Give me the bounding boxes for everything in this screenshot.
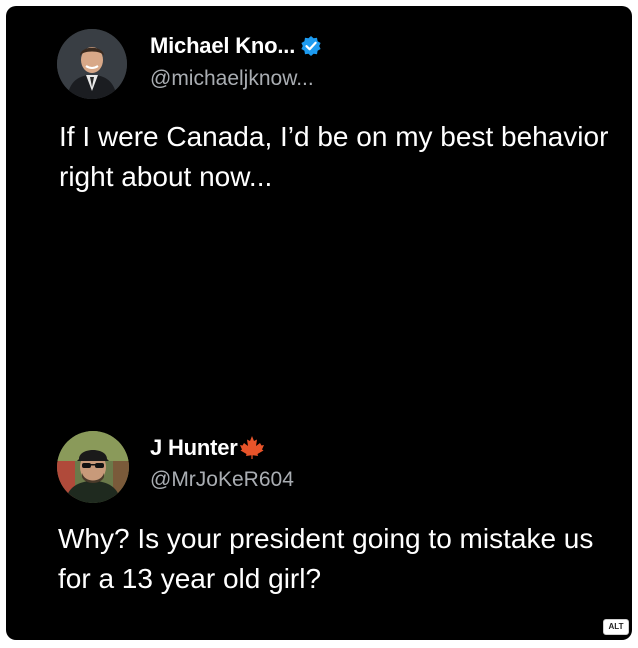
display-name[interactable]: Michael Kno... [150, 33, 295, 59]
avatar[interactable] [57, 431, 129, 503]
maple-leaf-icon [239, 435, 265, 459]
handle[interactable]: @michaeljknow... [150, 67, 314, 91]
post-text: If I were Canada, I’d be on my best beha… [59, 121, 609, 192]
handle[interactable]: @MrJoKeR604 [150, 468, 294, 492]
image-frame: Michael Kno... @michaeljknow... If I wer… [0, 0, 638, 648]
author-line: Michael Kno... [150, 33, 322, 59]
screenshot-image[interactable]: Michael Kno... @michaeljknow... If I wer… [6, 6, 632, 640]
avatar[interactable] [57, 29, 127, 99]
author-line: J Hunter [150, 435, 265, 461]
verified-badge-icon [300, 35, 322, 57]
alt-text-badge[interactable]: ALT [603, 619, 629, 635]
profile-photo-icon [57, 29, 127, 99]
display-name[interactable]: J Hunter [150, 435, 238, 461]
post-text: Why? Is your president going to mistake … [58, 523, 594, 594]
profile-photo-icon [57, 431, 129, 503]
